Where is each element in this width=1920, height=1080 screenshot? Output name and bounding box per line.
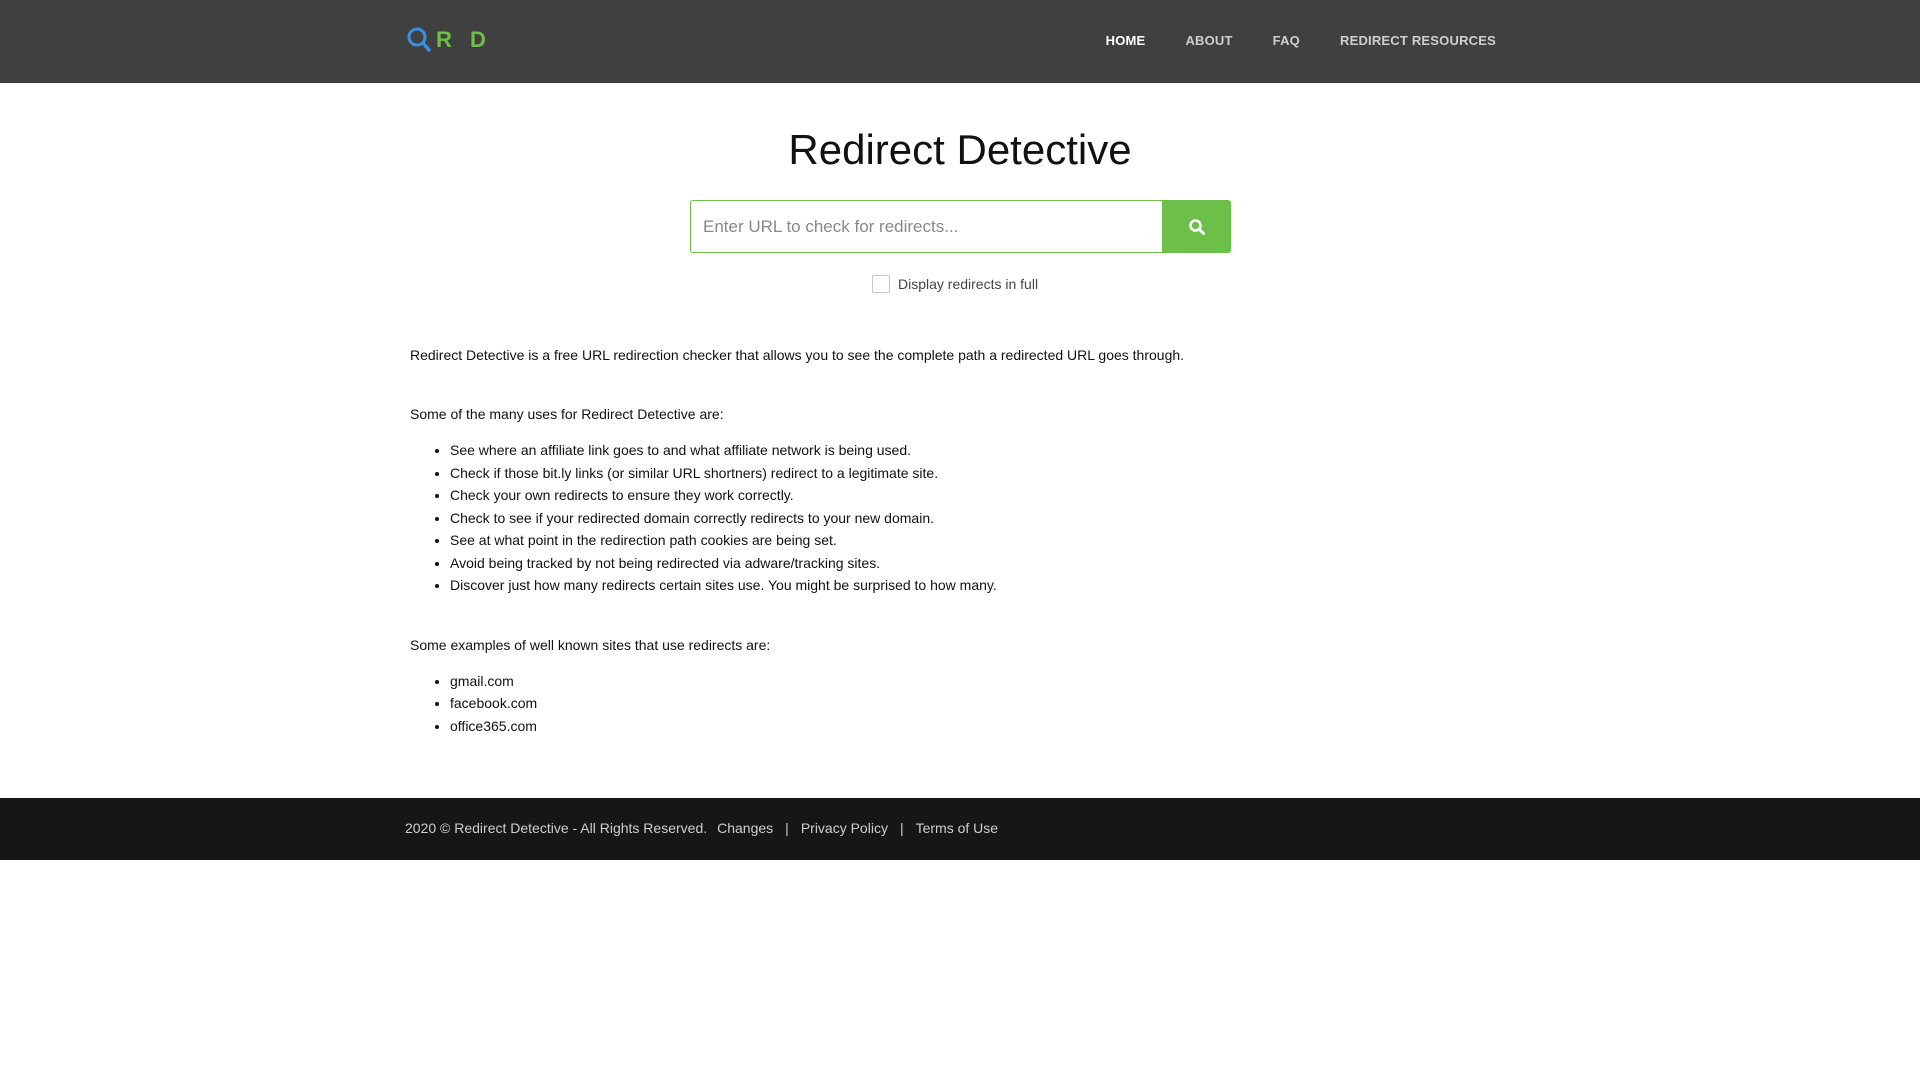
- search-button[interactable]: [1162, 200, 1231, 253]
- list-item: gmail.com: [450, 670, 1510, 693]
- footer-link-changes[interactable]: Changes: [717, 820, 773, 836]
- search-icon: [1188, 218, 1205, 235]
- list-item: Avoid being tracked by not being redirec…: [450, 552, 1510, 575]
- main-content: Redirect Detective is a free URL redirec…: [410, 344, 1510, 737]
- uses-list: See where an affiliate link goes to and …: [410, 439, 1510, 597]
- uses-heading: Some of the many uses for Redirect Detec…: [410, 406, 724, 422]
- copyright-text: 2020 © Redirect Detective - All Rights R…: [405, 820, 708, 836]
- examples-heading: Some examples of well known sites that u…: [410, 636, 771, 653]
- list-item: Check your own redirects to ensure they …: [450, 484, 1510, 507]
- top-navbar: R D HOME ABOUT FAQ REDIRECT RESOURCES: [0, 0, 1920, 83]
- url-input[interactable]: [690, 200, 1162, 253]
- site-logo[interactable]: R D: [406, 25, 492, 55]
- nav-about[interactable]: ABOUT: [1185, 33, 1232, 48]
- nav-home[interactable]: HOME: [1106, 33, 1146, 48]
- list-item: Discover just how many redirects certain…: [450, 574, 1510, 597]
- list-item: See at what point in the redirection pat…: [450, 529, 1510, 552]
- list-item: facebook.com: [450, 692, 1510, 715]
- display-full-option: Display redirects in full: [872, 275, 1038, 293]
- magnifier-logo-icon: [407, 27, 431, 52]
- footer-separator: |: [785, 820, 789, 836]
- list-item: Check to see if your redirected domain c…: [450, 507, 1510, 530]
- main-nav: HOME ABOUT FAQ REDIRECT RESOURCES: [1066, 33, 1496, 48]
- display-full-checkbox[interactable]: [872, 275, 890, 293]
- footer-separator: |: [899, 820, 904, 836]
- footer-link-terms-of-use[interactable]: Terms of Use: [916, 820, 998, 836]
- logo-letters: R D: [436, 27, 492, 52]
- examples-list: gmail.com facebook.com office365.com: [410, 670, 1510, 738]
- url-search-form: [690, 200, 1231, 253]
- page-title: Redirect Detective: [788, 126, 1132, 173]
- footer: 2020 © Redirect Detective - All Rights R…: [0, 798, 1920, 860]
- nav-faq[interactable]: FAQ: [1273, 33, 1300, 48]
- nav-redirect-resources[interactable]: REDIRECT RESOURCES: [1340, 33, 1496, 48]
- display-full-label[interactable]: Display redirects in full: [898, 276, 1038, 292]
- intro-text: Redirect Detective is a free URL redirec…: [410, 347, 1185, 363]
- list-item: Check if those bit.ly links (or similar …: [450, 462, 1510, 485]
- list-item: office365.com: [450, 715, 1510, 738]
- footer-bar: 2020 © Redirect Detective - All Rights R…: [405, 820, 998, 836]
- list-item: See where an affiliate link goes to and …: [450, 439, 1510, 462]
- footer-link-privacy-policy[interactable]: Privacy Policy: [801, 820, 888, 836]
